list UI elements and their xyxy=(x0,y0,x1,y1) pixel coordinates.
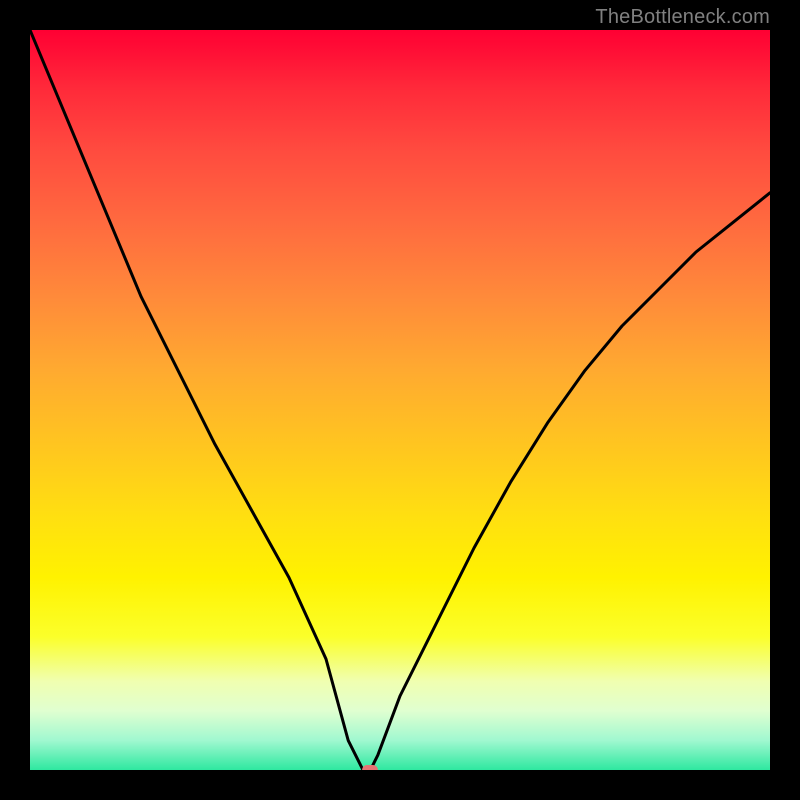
watermark-text: TheBottleneck.com xyxy=(595,6,770,29)
chart-container: TheBottleneck.com xyxy=(0,0,800,800)
optimal-marker xyxy=(362,765,378,770)
bottleneck-curve xyxy=(30,30,770,770)
plot-area xyxy=(30,30,770,770)
